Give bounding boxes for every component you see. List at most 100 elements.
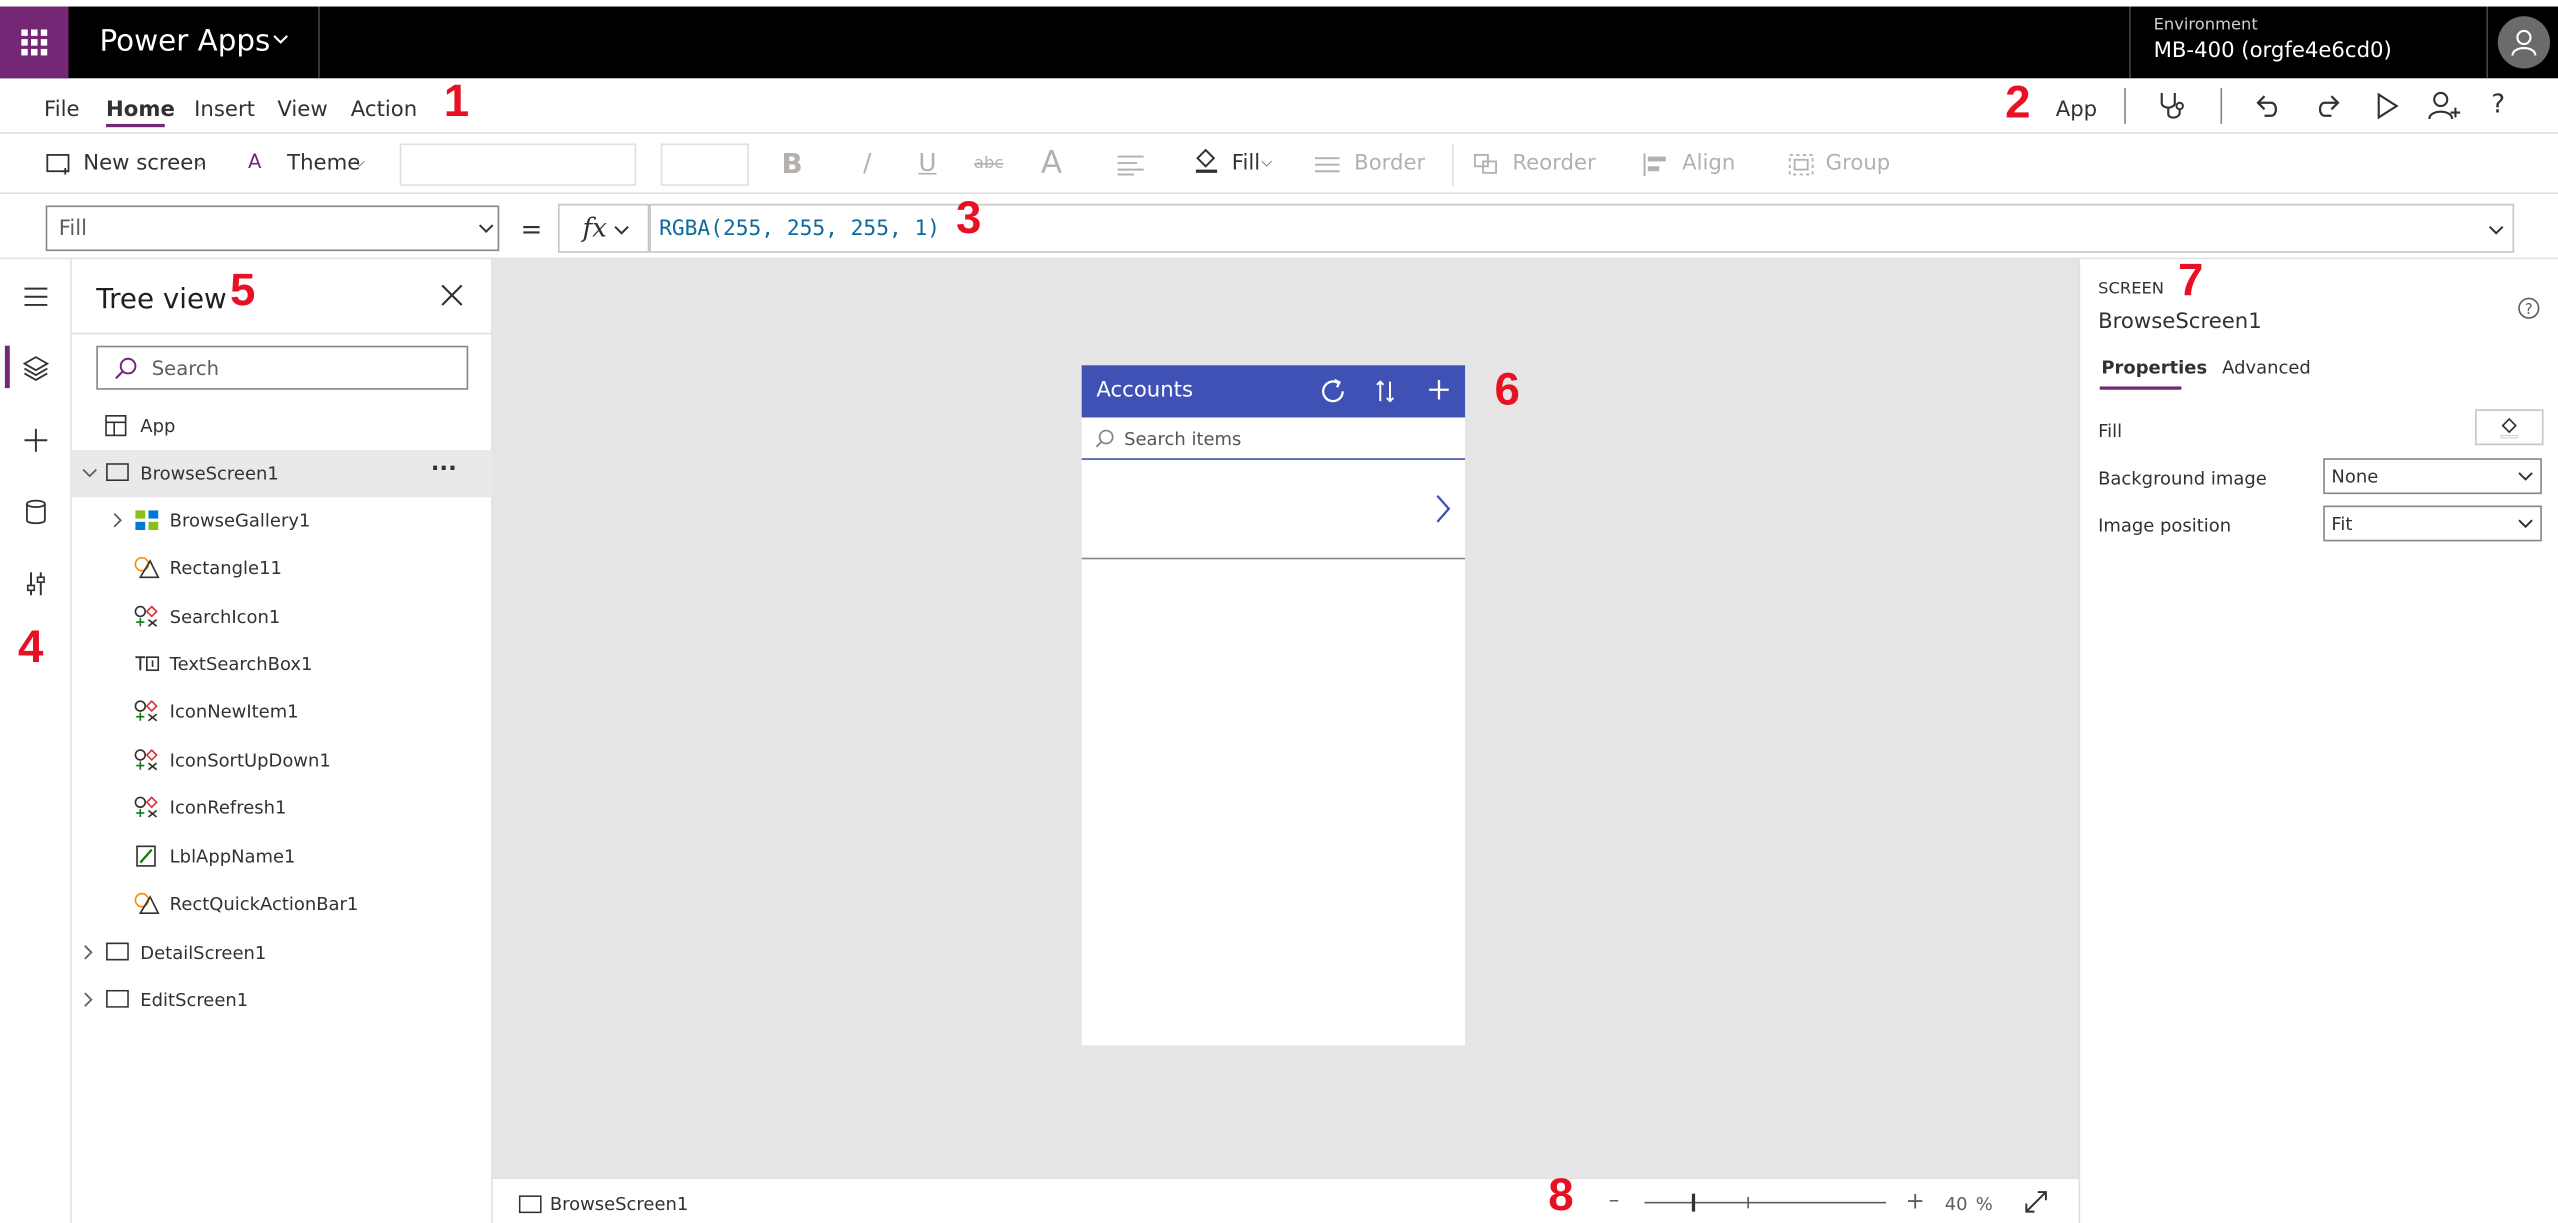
chevron-right-icon[interactable] [1434, 494, 1451, 523]
menu-view[interactable]: View [277, 98, 327, 122]
close-icon[interactable] [441, 284, 464, 307]
menu-action[interactable]: Action [351, 98, 417, 122]
redo-icon[interactable] [2313, 91, 2342, 120]
icon-control-icon [134, 796, 160, 819]
tools-icon[interactable] [18, 566, 54, 602]
group-button[interactable]: Group [1826, 152, 1891, 176]
layers-icon[interactable] [18, 351, 54, 387]
refresh-icon[interactable] [1318, 377, 1347, 406]
property-select-value: Fill [58, 216, 88, 242]
chevron-down-icon[interactable] [82, 466, 98, 479]
tree-item-label: IconSortUpDown1 [169, 750, 331, 772]
expand-formula-icon[interactable] [2488, 223, 2504, 236]
tree-item-textsearchbox1[interactable]: TextSearchBox1 [72, 641, 493, 688]
app-search-box[interactable]: Search items [1081, 417, 1466, 460]
hamburger-icon[interactable] [18, 279, 54, 315]
database-icon[interactable] [18, 494, 54, 530]
tree-item-detailscreen1[interactable]: DetailScreen1 [72, 929, 493, 976]
tree-search-input[interactable]: Search [96, 345, 469, 390]
tree-item-iconsortupdown1[interactable]: IconSortUpDown1 [72, 737, 493, 784]
more-options-icon[interactable]: ··· [431, 457, 457, 483]
fill-button[interactable]: Fill [1232, 152, 1260, 176]
underline-button[interactable]: U [919, 148, 937, 177]
tree-item-iconnewitem1[interactable]: IconNewItem1 [72, 688, 493, 735]
theme-button[interactable]: Theme [287, 152, 360, 176]
tree-item-label: BrowseScreen1 [140, 463, 279, 485]
tree-item-lblappname1[interactable]: LblAppName1 [72, 833, 493, 880]
fill-bucket-icon [2499, 416, 2519, 439]
tree-item-searchicon1[interactable]: SearchIcon1 [72, 594, 493, 641]
zoom-slider-thumb[interactable] [1691, 1193, 1696, 1212]
italic-button[interactable]: / [863, 148, 871, 177]
background-image-select[interactable]: None [2323, 458, 2542, 495]
strikethrough-button[interactable]: abc [974, 155, 1003, 173]
zoom-in-button[interactable]: + [1906, 1189, 1925, 1215]
share-user-icon[interactable] [2428, 90, 2461, 123]
sort-icon[interactable] [1375, 378, 1395, 404]
active-tab-indicator [106, 123, 165, 128]
chevron-down-icon[interactable] [271, 29, 291, 49]
tree-item-browsescreen1[interactable]: BrowseScreen1 ··· [71, 450, 493, 498]
chevron-right-icon[interactable] [82, 944, 95, 960]
group-icon [1788, 153, 1814, 176]
fit-to-window-icon[interactable] [2025, 1190, 2048, 1213]
properties-panel: SCREEN 7 BrowseScreen1 ? Properties Adva… [2078, 254, 2558, 1223]
app-header: Accounts [1081, 365, 1466, 418]
help-icon[interactable]: ? [2517, 297, 2540, 320]
property-select[interactable]: Fill [45, 205, 500, 252]
zoom-out-button[interactable]: – [1609, 1189, 1620, 1213]
plus-icon[interactable] [18, 422, 54, 458]
chevron-down-icon[interactable]: ⌵ [1261, 155, 1272, 171]
border-button[interactable]: Border [1354, 152, 1425, 176]
undo-icon[interactable] [2253, 91, 2282, 120]
play-icon[interactable] [2374, 91, 2400, 120]
function-picker[interactable]: fx [557, 203, 650, 253]
font-color-button[interactable]: A [1041, 145, 1062, 181]
menu-insert[interactable]: Insert [194, 98, 255, 122]
chevron-right-icon[interactable] [82, 991, 95, 1007]
gallery-row[interactable] [1081, 460, 1466, 560]
font-size-select[interactable] [660, 143, 749, 186]
border-icon [1314, 157, 1341, 173]
app-screen-preview[interactable]: Accounts Search items [1081, 365, 1466, 1046]
app-header-title[interactable]: Accounts [1096, 378, 1193, 402]
tree-item-label: IconRefresh1 [169, 797, 287, 819]
tab-advanced[interactable]: Advanced [2222, 357, 2311, 378]
chevron-down-icon[interactable]: ⌵ [194, 155, 205, 171]
reorder-button[interactable]: Reorder [1512, 152, 1595, 176]
screen-icon [518, 1195, 542, 1214]
formula-input[interactable]: RGBA(255, 255, 255, 1) [649, 203, 2515, 253]
image-position-value: Fit [2331, 513, 2353, 535]
font-family-select[interactable] [399, 143, 637, 186]
tab-properties[interactable]: Properties [2101, 357, 2207, 378]
help-icon[interactable]: ? [2491, 88, 2505, 119]
chevron-down-icon[interactable]: ⌵ [354, 155, 365, 171]
chevron-right-icon[interactable] [111, 512, 124, 528]
stethoscope-icon[interactable] [2157, 90, 2186, 123]
bold-button[interactable]: B [781, 148, 802, 181]
new-screen-button[interactable]: New screen [83, 152, 207, 176]
tree-item-rectangle11[interactable]: Rectangle11 [72, 545, 493, 592]
image-position-select[interactable]: Fit [2323, 505, 2542, 542]
add-icon[interactable] [1428, 378, 1451, 401]
align-button[interactable]: Align [1682, 152, 1735, 176]
tree-item-iconrefresh1[interactable]: IconRefresh1 [72, 784, 493, 831]
fill-color-picker[interactable] [2474, 409, 2544, 446]
tree-item-app[interactable]: App [72, 403, 493, 450]
user-avatar-icon[interactable] [2497, 16, 2551, 69]
theme-icon: A [247, 150, 262, 173]
design-canvas[interactable]: Accounts Search items 6 [492, 259, 2079, 1178]
current-screen-name[interactable]: BrowseScreen1 [550, 1194, 688, 1215]
menu-file[interactable]: File [44, 98, 80, 122]
zoom-slider[interactable] [1644, 1201, 1887, 1204]
environment-picker[interactable]: Environment MB-400 (orgfe4e6cd0) [2129, 6, 2489, 79]
tree-item-rectquickactionbar1[interactable]: RectQuickActionBar1 [72, 881, 493, 928]
app-settings-button[interactable]: App [2056, 98, 2097, 122]
tree-item-browsegallery1[interactable]: BrowseGallery1 [72, 497, 493, 544]
menu-home[interactable]: Home [106, 98, 175, 122]
waffle-icon[interactable] [0, 6, 69, 79]
text-align-icon[interactable] [1116, 153, 1149, 176]
app-title[interactable]: Power Apps [100, 24, 271, 58]
chevron-down-icon [2517, 517, 2533, 530]
tree-item-editscreen1[interactable]: EditScreen1 [72, 977, 493, 1024]
